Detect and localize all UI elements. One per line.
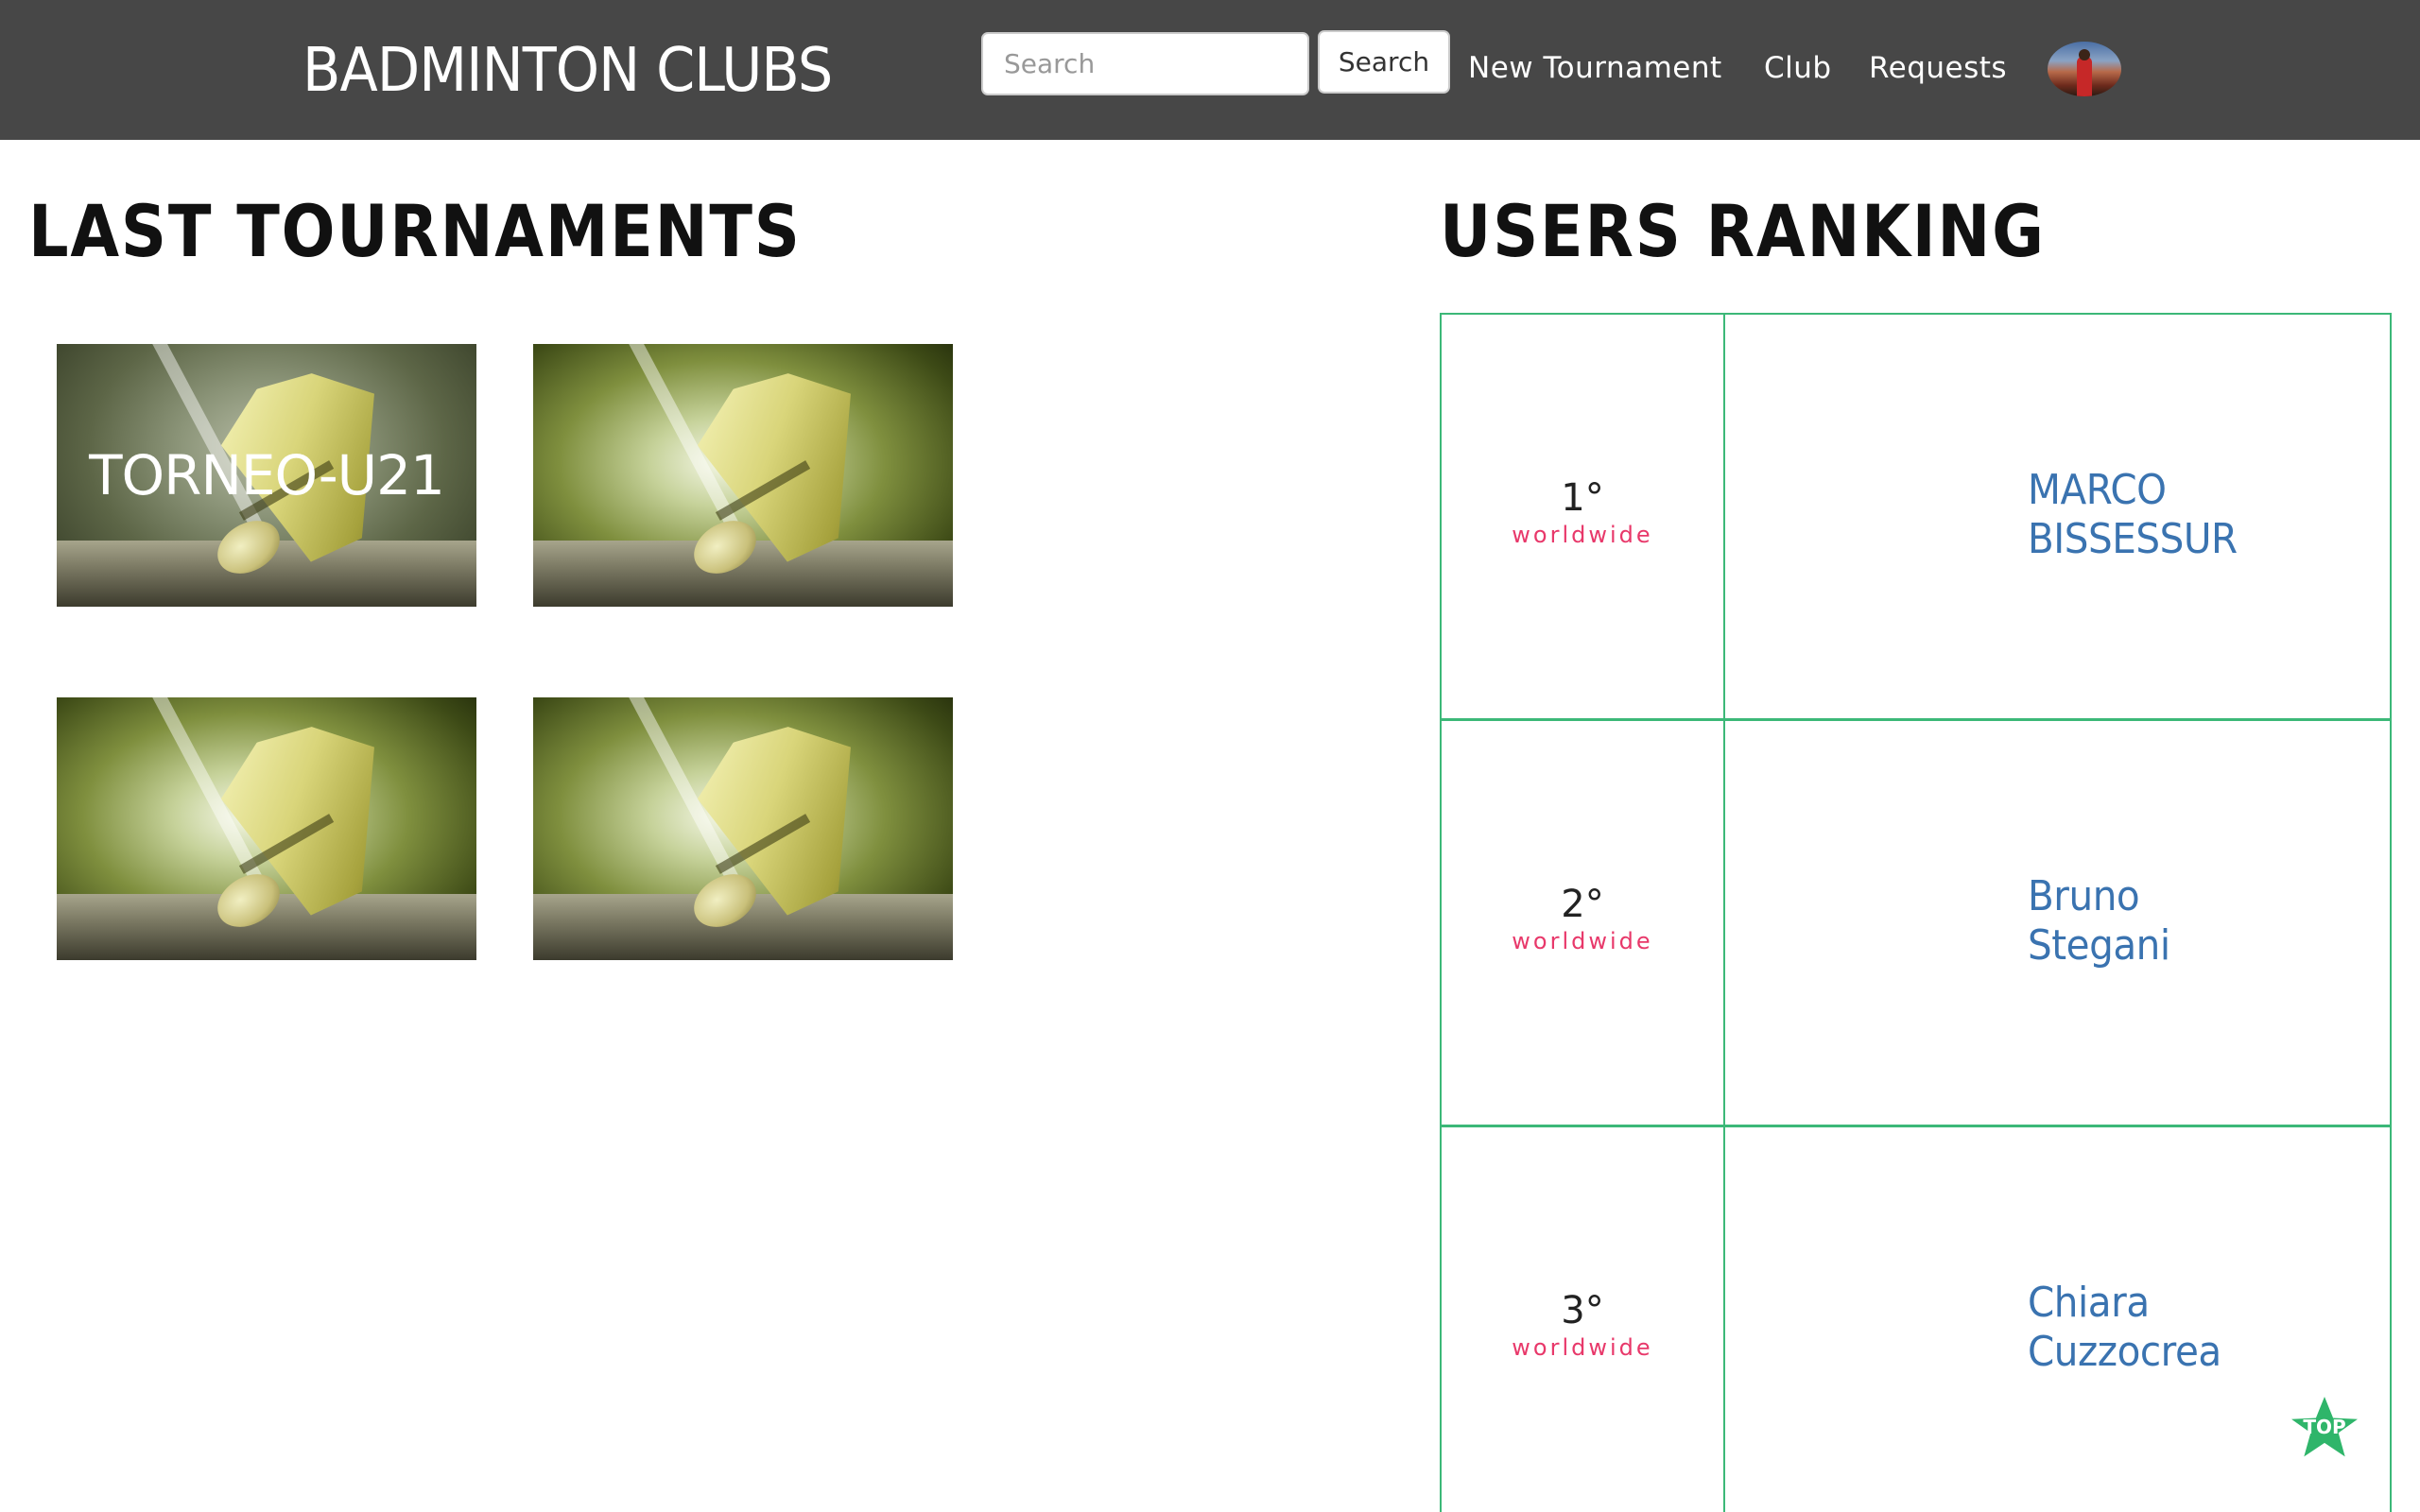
rank-scope: worldwide (1512, 1334, 1653, 1361)
tournament-card[interactable] (533, 344, 953, 607)
nav-club[interactable]: Club (1764, 43, 1832, 93)
tournament-label (533, 344, 953, 607)
ranking-table: 1° worldwide MARCO BISSESSUR 2° worldwid… (1440, 313, 2392, 1512)
users-ranking-title: USERS RANKING (1440, 189, 2046, 273)
user-name-link[interactable]: MARCO BISSESSUR (2028, 466, 2359, 564)
user-last-name: Stegani (2028, 921, 2170, 970)
nav-new-tournament[interactable]: New Tournament (1468, 43, 1722, 93)
scroll-top-button[interactable]: TOP (2291, 1397, 2358, 1459)
tournament-label (57, 697, 476, 960)
tournament-label: TORNEO-U21 (89, 443, 445, 507)
rank-number: 1° (1561, 476, 1604, 520)
user-last-name: Cuzzocrea (2028, 1328, 2221, 1376)
tournament-label (533, 697, 953, 960)
column-divider (1723, 1127, 1725, 1512)
rank-scope: worldwide (1512, 928, 1653, 954)
tournament-card[interactable]: TORNEO-U21 (57, 344, 476, 607)
rank-scope: worldwide (1512, 522, 1653, 548)
user-avatar[interactable] (2048, 42, 2121, 96)
user-first-name: MARCO (2028, 466, 2167, 514)
column-divider (1723, 721, 1725, 1125)
avatar-figure (2077, 57, 2092, 96)
user-name-link[interactable]: Chiara Cuzzocrea (2028, 1279, 2359, 1377)
search-input[interactable] (981, 32, 1309, 95)
ranking-row: 2° worldwide Bruno Stegani (1440, 719, 2392, 1126)
user-last-name: BISSESSUR (2028, 515, 2238, 563)
top-label: TOP (2303, 1416, 2346, 1438)
tournament-card[interactable] (533, 697, 953, 960)
ranking-row: 1° worldwide MARCO BISSESSUR (1440, 313, 2392, 720)
rank-number: 3° (1561, 1289, 1604, 1332)
rank-position-cell: 3° worldwide (1442, 1288, 1723, 1362)
rank-position-cell: 1° worldwide (1442, 475, 1723, 549)
column-divider (1723, 315, 1725, 718)
user-first-name: Chiara (2028, 1279, 2150, 1327)
nav-requests[interactable]: Requests (1869, 43, 2007, 93)
tournament-card[interactable] (57, 697, 476, 960)
brand-title[interactable]: BADMINTON CLUBS (302, 28, 833, 113)
rank-number: 2° (1561, 883, 1604, 926)
last-tournaments-title: LAST TOURNAMENTS (28, 189, 802, 273)
user-name-link[interactable]: Bruno Stegani (2028, 872, 2359, 971)
search-button[interactable]: Search (1318, 30, 1450, 94)
avatar-head (2079, 49, 2090, 60)
rank-position-cell: 2° worldwide (1442, 882, 1723, 955)
ranking-row: 3° worldwide Chiara Cuzzocrea (1440, 1125, 2392, 1512)
user-first-name: Bruno (2028, 872, 2140, 920)
navbar: BADMINTON CLUBS Search New Tournament Cl… (0, 0, 2420, 140)
